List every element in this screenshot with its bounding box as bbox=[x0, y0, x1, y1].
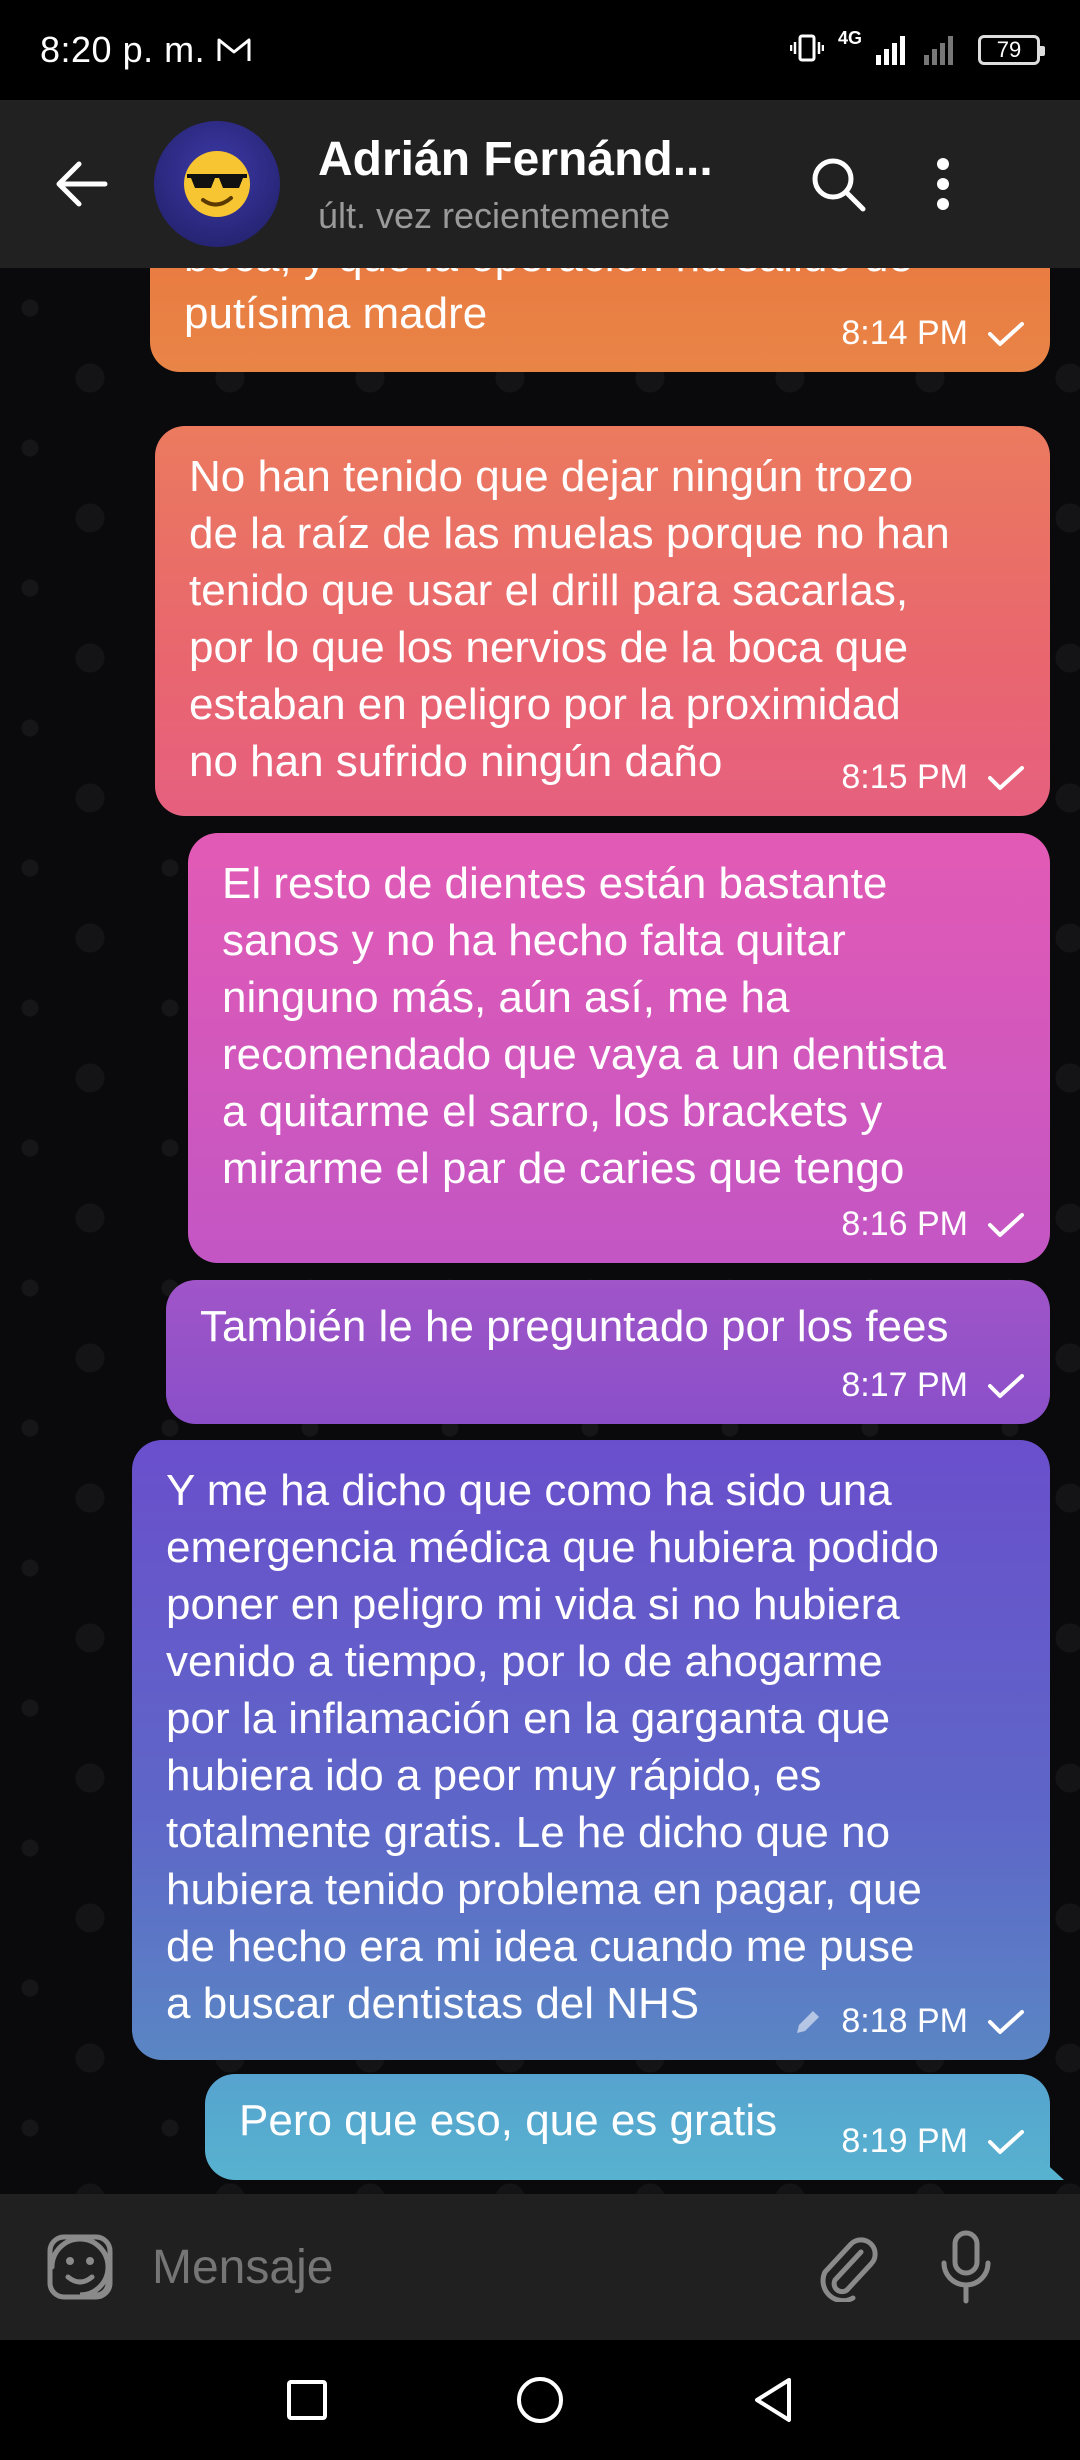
message-list[interactable]: boca, y que la operación ha salido de pu… bbox=[0, 268, 1080, 2194]
telegram-chat-screen: 8:20 p. m. 4G 79 Adrián Fernánd... últ. … bbox=[0, 0, 1080, 2460]
battery-level: 79 bbox=[996, 37, 1022, 62]
recents-square-icon[interactable] bbox=[272, 2365, 342, 2435]
sunglasses-face-icon bbox=[184, 151, 250, 217]
last-seen-status: últ. vez recientemente bbox=[318, 194, 671, 236]
status-time: 8:20 p. m. bbox=[40, 29, 206, 70]
message-time: 8:15 PM bbox=[841, 758, 968, 796]
message-meta: 8:16 PM bbox=[841, 1196, 1026, 1253]
message-time: 8:16 PM bbox=[841, 1205, 968, 1243]
attach-paperclip-icon[interactable] bbox=[812, 2227, 882, 2307]
message-meta: 8:19 PM bbox=[841, 2113, 1026, 2170]
check-icon bbox=[988, 2009, 1024, 2034]
message-time: 8:18 PM bbox=[841, 2002, 968, 2040]
message-meta: 8:17 PM bbox=[841, 1357, 1026, 1414]
message-text: Y me ha dicho que como ha sido una emerg… bbox=[166, 1466, 939, 2028]
vibrate-icon bbox=[789, 31, 825, 70]
sticker-emoji-icon[interactable] bbox=[44, 2231, 116, 2303]
message-meta: 8:14 PM bbox=[841, 305, 1026, 362]
home-circle-icon[interactable] bbox=[505, 2365, 575, 2435]
check-icon bbox=[988, 321, 1024, 346]
gmail-icon bbox=[217, 37, 251, 63]
message-composer bbox=[0, 2194, 1080, 2340]
message-text: No han tenido que dejar ningún trozo de … bbox=[189, 452, 950, 786]
message-bubble[interactable]: Y me ha dicho que como ha sido una emerg… bbox=[132, 1440, 1050, 2060]
search-icon[interactable] bbox=[803, 149, 873, 219]
back-arrow-icon[interactable] bbox=[50, 152, 114, 216]
contact-name: Adrián Fernánd... bbox=[318, 132, 713, 186]
network-type: 4G bbox=[837, 27, 862, 48]
message-text: También le he preguntado por los fees bbox=[200, 1302, 949, 1351]
back-triangle-icon[interactable] bbox=[738, 2365, 808, 2435]
chat-title-block[interactable]: Adrián Fernánd... últ. vez recientemente bbox=[318, 132, 758, 237]
microphone-icon[interactable] bbox=[934, 2227, 998, 2307]
message-input[interactable] bbox=[152, 2239, 792, 2295]
message-bubble[interactable]: No han tenido que dejar ningún trozo de … bbox=[155, 426, 1050, 816]
message-meta: 8:15 PM bbox=[841, 749, 1026, 806]
status-icons: 4G 79 bbox=[789, 27, 1045, 70]
message-time: 8:19 PM bbox=[841, 2122, 968, 2160]
status-bar: 8:20 p. m. 4G 79 bbox=[0, 0, 1080, 100]
check-icon bbox=[988, 1373, 1024, 1398]
check-icon bbox=[988, 765, 1024, 790]
check-icon bbox=[988, 2129, 1024, 2154]
message-meta: 8:18 PM bbox=[793, 1993, 1026, 2050]
message-time: 8:17 PM bbox=[841, 1366, 968, 1404]
message-bubble[interactable]: El resto de dientes están bastante sanos… bbox=[188, 833, 1050, 1263]
signal-icon bbox=[876, 31, 964, 70]
message-bubble[interactable]: Pero que eso, que es gratis 8:19 PM bbox=[205, 2074, 1064, 2180]
avatar[interactable] bbox=[154, 121, 280, 247]
message-time: 8:14 PM bbox=[841, 314, 968, 352]
battery-icon: 79 bbox=[978, 35, 1045, 65]
message-bubble[interactable]: boca, y que la operación ha salido de pu… bbox=[150, 268, 1050, 372]
edited-pencil-icon bbox=[797, 2010, 820, 2033]
check-icon bbox=[988, 1212, 1024, 1237]
more-options-icon[interactable] bbox=[923, 149, 963, 219]
message-bubble[interactable]: También le he preguntado por los fees 8:… bbox=[166, 1280, 1050, 1424]
bubble-tail bbox=[1040, 2158, 1064, 2180]
message-text: El resto de dientes están bastante sanos… bbox=[222, 859, 947, 1193]
system-navigation-bar bbox=[0, 2340, 1080, 2460]
chat-header: Adrián Fernánd... últ. vez recientemente bbox=[0, 100, 1080, 268]
